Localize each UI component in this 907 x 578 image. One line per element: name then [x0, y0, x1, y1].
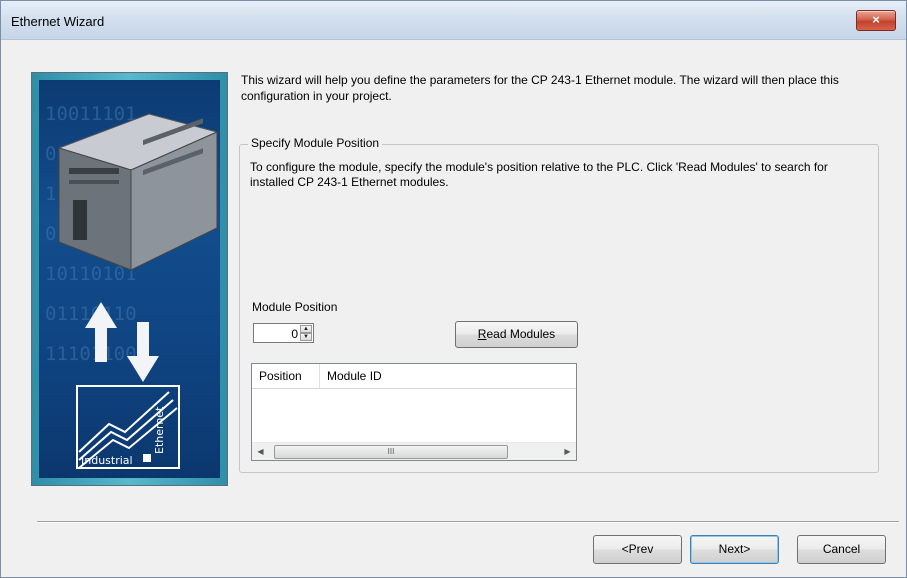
- ethernet-wizard-window: Ethernet Wizard × 10011101 01110010 1101…: [0, 0, 907, 578]
- ethernet-logo-text: Ethernet: [153, 406, 166, 454]
- plc-illustration-icon: 10011101 01110010 11010101 01010111 1011…: [45, 103, 219, 469]
- close-button[interactable]: ×: [856, 10, 896, 31]
- wizard-graphic: 10011101 01110010 11010101 01010111 1011…: [31, 72, 228, 486]
- intro-text: This wizard will help you define the par…: [241, 73, 839, 103]
- spinner-arrows: ▲ ▼: [300, 325, 312, 341]
- industrial-logo-text: Industrial: [81, 454, 133, 467]
- scroll-left-icon[interactable]: ◀: [252, 443, 269, 460]
- group-legend: Specify Module Position: [248, 136, 383, 150]
- wizard-content: 10011101 01110010 11010101 01010111 1011…: [1, 40, 906, 577]
- module-position-group: Specify Module Position To configure the…: [239, 136, 879, 473]
- spinner-up-icon[interactable]: ▲: [300, 325, 312, 333]
- read-modules-label: ead Modules: [486, 327, 556, 341]
- plc-module-image: 10011101 01110010 11010101 01010111 1011…: [39, 80, 220, 478]
- scroll-right-icon[interactable]: ▶: [559, 443, 576, 460]
- next-button[interactable]: Next>: [690, 535, 779, 564]
- footer-separator: [37, 521, 899, 523]
- title-bar[interactable]: Ethernet Wizard ×: [1, 1, 906, 40]
- module-position-spinner[interactable]: 0 ▲ ▼: [253, 323, 314, 343]
- module-position-value: 0: [291, 327, 298, 341]
- binary-row-7: 11101100: [45, 343, 137, 365]
- close-icon: ×: [872, 12, 880, 27]
- read-modules-button[interactable]: Read Modules: [455, 321, 578, 348]
- column-position[interactable]: Position: [252, 364, 320, 388]
- prev-button[interactable]: <Prev: [593, 535, 682, 564]
- module-position-label: Module Position: [252, 300, 338, 314]
- binary-row-1: 10011101: [45, 103, 137, 125]
- module-list-header: Position Module ID: [252, 364, 576, 389]
- module-list[interactable]: Position Module ID ◀ III ▶: [251, 363, 577, 461]
- group-description: To configure the module, specify the mod…: [250, 160, 828, 189]
- column-module-id[interactable]: Module ID: [320, 364, 576, 388]
- scroll-thumb[interactable]: III: [274, 445, 508, 459]
- spinner-down-icon[interactable]: ▼: [300, 333, 312, 341]
- window-title: Ethernet Wizard: [11, 14, 105, 29]
- cancel-button[interactable]: Cancel: [797, 535, 886, 564]
- horizontal-scrollbar[interactable]: ◀ III ▶: [252, 442, 576, 460]
